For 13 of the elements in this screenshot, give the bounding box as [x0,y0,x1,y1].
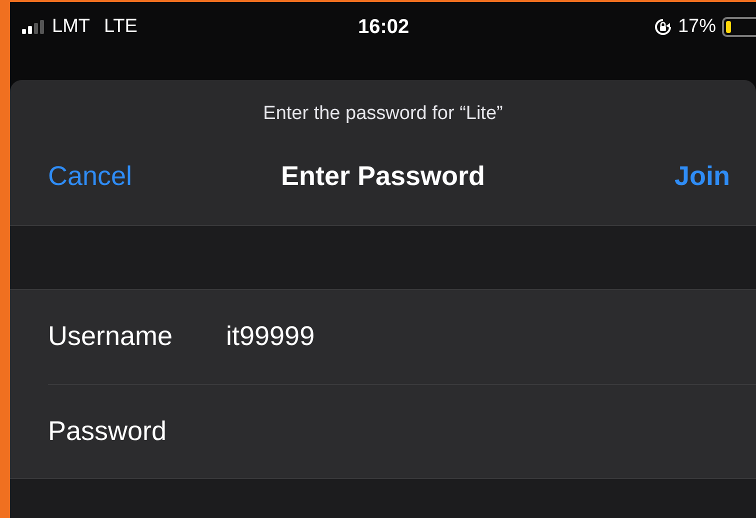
sheet-title: Enter Password [280,160,486,194]
prompt-text: Enter the password for “Lite” [263,102,503,126]
text-field[interactable]: it99999 [226,316,756,357]
join-button[interactable]: Join [674,156,730,197]
network-label: LTE [104,14,138,39]
battery-icon [722,17,756,37]
battery-percent: 17% [678,14,716,39]
field-label: Username [48,320,174,354]
rotation-lock-icon [654,18,672,36]
carrier-label: LMT [52,14,90,39]
field-label: Password [48,414,168,448]
clock-time: 16:02 [358,15,410,40]
cancel-button[interactable]: Cancel [48,156,132,197]
